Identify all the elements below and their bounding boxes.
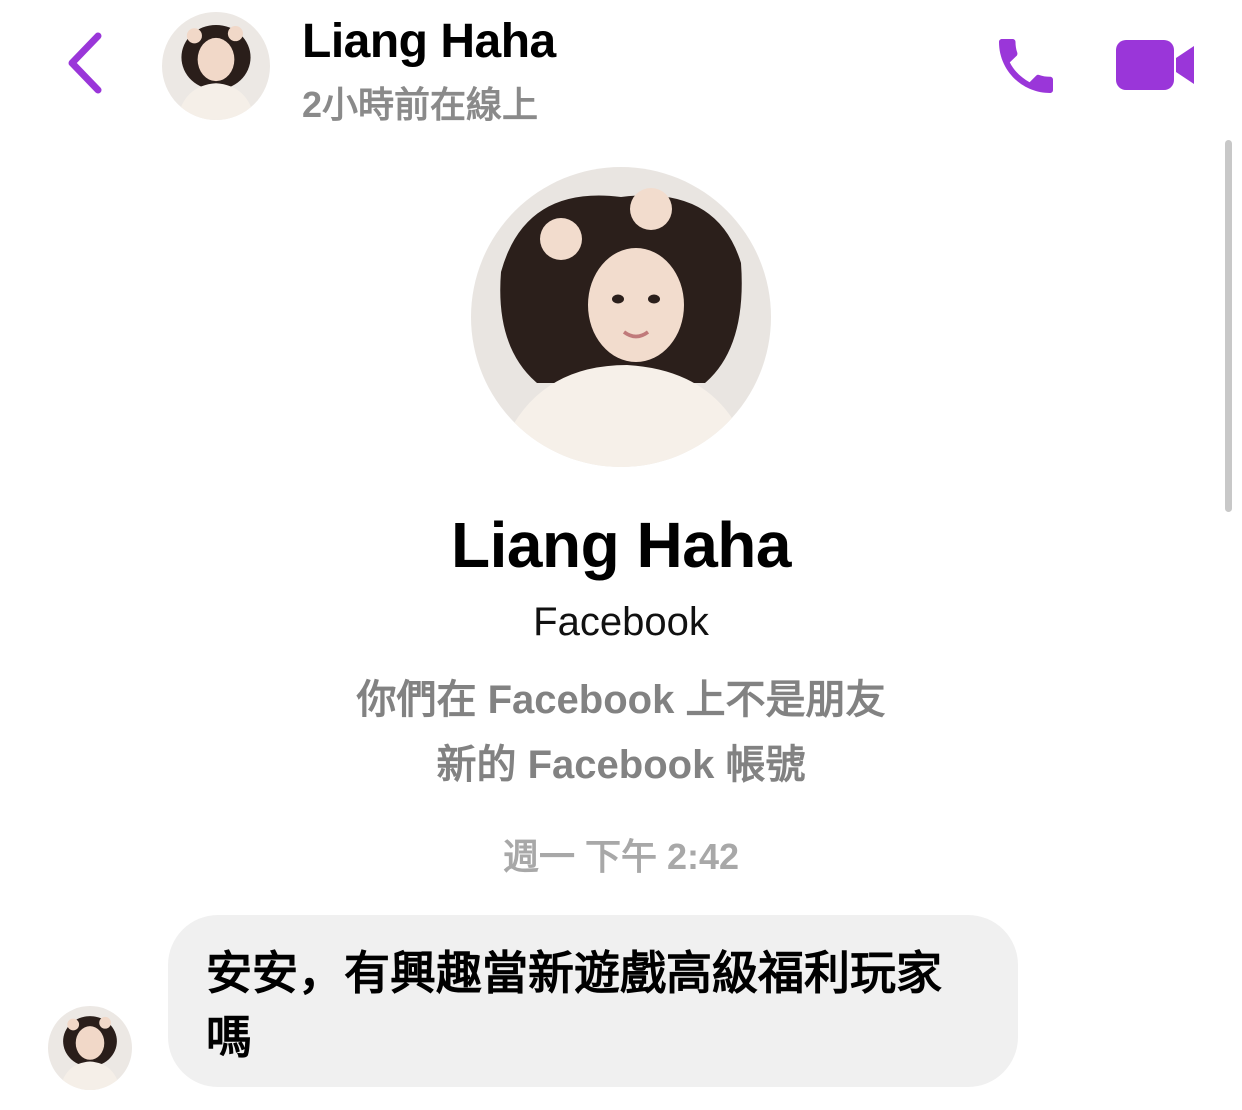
scrollbar[interactable]	[1225, 140, 1232, 512]
sender-photo	[48, 1006, 132, 1090]
profile-account-note: 新的 Facebook 帳號	[436, 743, 806, 787]
video-camera-icon	[1116, 40, 1194, 90]
avatar-photo	[162, 12, 270, 120]
profile-relationship: 你們在 Facebook 上不是朋友	[356, 678, 886, 722]
message-bubble[interactable]: 安安，有興趣當新遊戲高級福利玩家嗎	[168, 915, 1018, 1087]
voice-call-button[interactable]	[990, 30, 1062, 102]
header-contact-name[interactable]: Liang Haha	[302, 14, 556, 69]
profile-photo	[471, 167, 771, 467]
message-timestamp: 週一 下午 2:42	[502, 836, 740, 877]
back-button[interactable]	[58, 28, 118, 98]
header-avatar[interactable]	[162, 12, 270, 120]
chat-header: Liang Haha 2小時前在線上	[0, 0, 1242, 130]
header-online-status: 2小時前在線上	[302, 84, 539, 125]
profile-avatar[interactable]	[471, 167, 771, 467]
profile-name: Liang Haha	[451, 509, 791, 581]
video-call-button[interactable]	[1114, 36, 1196, 94]
message-sender-avatar[interactable]	[48, 1006, 132, 1090]
chevron-left-icon	[68, 32, 102, 94]
phone-icon	[999, 39, 1053, 93]
profile-platform: Facebook	[533, 600, 709, 644]
